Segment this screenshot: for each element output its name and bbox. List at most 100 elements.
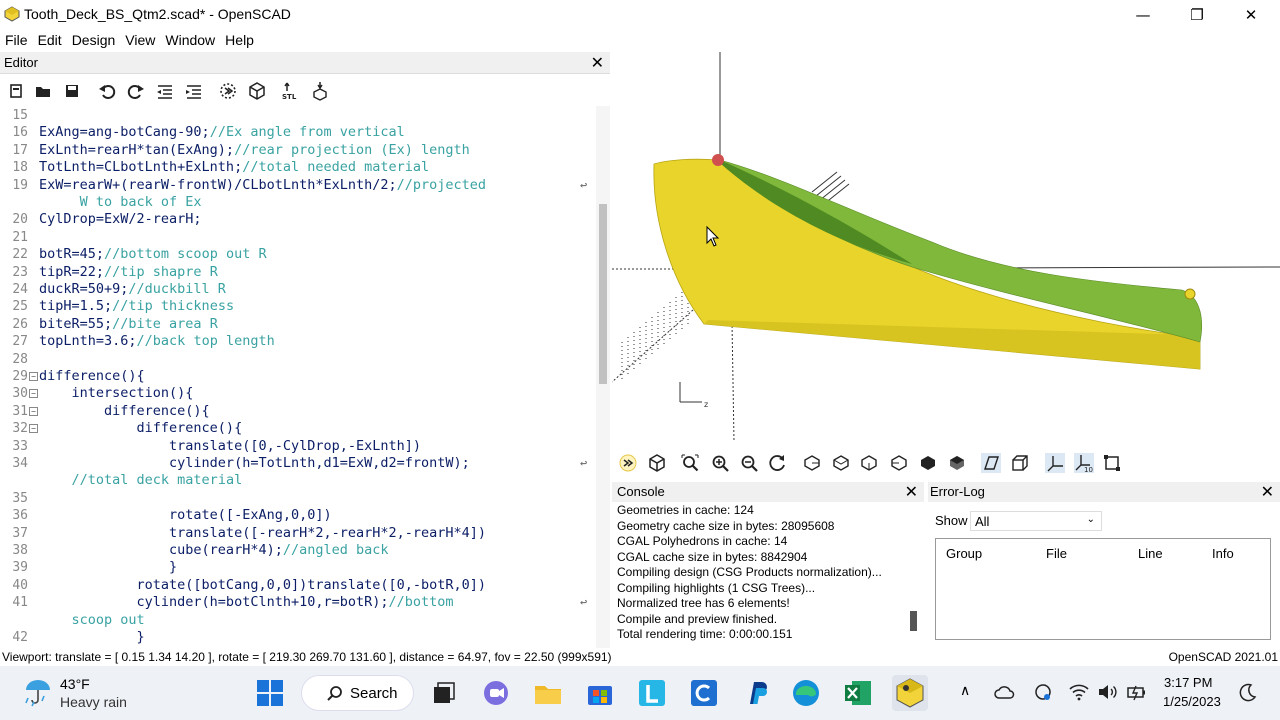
code-line[interactable]: 23 tipR=22;//tip shapre R: [0, 264, 596, 281]
code-line[interactable]: 36 rotate([-ExAng,0,0]): [0, 507, 596, 524]
render-icon[interactable]: [247, 81, 267, 101]
fold-toggle-icon[interactable]: −: [29, 389, 38, 399]
error-log-close-button[interactable]: ✕: [1261, 482, 1274, 501]
code-line[interactable]: 27 topLnth=3.6;//back top length: [0, 333, 596, 350]
code-line[interactable]: 22 botR=45;//bottom scoop out R: [0, 246, 596, 263]
show-edges-icon[interactable]: [1102, 453, 1122, 473]
teams-chat-icon[interactable]: [480, 677, 512, 709]
volume-icon[interactable]: [1097, 682, 1119, 702]
view-top-icon[interactable]: [831, 453, 851, 473]
code-line[interactable]: 17 ExLnth=rearH*tan(ExAng);//rear project…: [0, 142, 596, 159]
view-front-icon[interactable]: [918, 453, 938, 473]
console-close-button[interactable]: ✕: [905, 482, 918, 501]
code-line[interactable]: 39 }: [0, 559, 596, 576]
menu-view[interactable]: View: [120, 30, 160, 50]
code-line[interactable]: 21: [0, 229, 596, 246]
show-filter-select[interactable]: All ⌄: [970, 511, 1102, 531]
weather-temperature[interactable]: 43°F: [60, 676, 90, 692]
save-icon[interactable]: [62, 81, 82, 101]
code-line[interactable]: 16 ExAng=ang-botCang-90;//Ex angle from v…: [0, 124, 596, 141]
minimize-button[interactable]: —: [1116, 0, 1170, 30]
redo-icon[interactable]: [126, 81, 146, 101]
view-back-icon[interactable]: [947, 453, 967, 473]
fold-toggle-icon[interactable]: −: [29, 424, 38, 434]
view-right-icon[interactable]: [802, 453, 822, 473]
onedrive-cloud-icon[interactable]: [994, 682, 1016, 702]
zoom-in-icon[interactable]: [710, 453, 730, 473]
indent-icon[interactable]: [184, 81, 204, 101]
code-line[interactable]: 19 ExW=rearW+(rearW-frontW)/CLbotLnth*ExL…: [0, 177, 596, 194]
console-scrollbar[interactable]: [910, 503, 920, 633]
code-line[interactable]: 30− intersection(){: [0, 385, 596, 402]
new-file-icon[interactable]: [6, 81, 26, 101]
code-line[interactable]: 41 cylinder(h=botClnth+10,r=botR);//bott…: [0, 594, 596, 611]
code-line[interactable]: 32− difference(){: [0, 420, 596, 437]
code-line[interactable]: 18 TotLnth=CLbotLnth+ExLnth;//total neede…: [0, 159, 596, 176]
code-line[interactable]: 15: [0, 107, 596, 124]
view-left-icon[interactable]: [889, 453, 909, 473]
file-explorer-icon[interactable]: [532, 677, 564, 709]
taskbar-search[interactable]: Search: [301, 675, 414, 711]
export-stl-icon[interactable]: STL: [281, 81, 301, 101]
code-line[interactable]: 29− difference(){: [0, 368, 596, 385]
c-app-icon[interactable]: [688, 677, 720, 709]
code-line[interactable]: 37 translate([-rearH*2,-rearH*2,-rearH*4…: [0, 525, 596, 542]
preview-icon[interactable]: [218, 81, 238, 101]
orthogonal-icon[interactable]: [1010, 453, 1030, 473]
battery-icon[interactable]: [1125, 682, 1147, 702]
code-line[interactable]: 40 rotate([botCang,0,0])translate([0,-bo…: [0, 577, 596, 594]
code-line[interactable]: 42 }: [0, 629, 596, 646]
sync-icon[interactable]: [1032, 681, 1054, 703]
menu-design[interactable]: Design: [67, 30, 121, 50]
column-header-info[interactable]: Info: [1212, 546, 1234, 561]
clock-date[interactable]: 1/25/2023: [1163, 694, 1221, 709]
code-line[interactable]: 25 tipH=1.5;//tip thickness: [0, 298, 596, 315]
task-view-icon[interactable]: [428, 677, 460, 709]
fold-toggle-icon[interactable]: −: [29, 372, 38, 381]
open-file-icon[interactable]: [33, 81, 53, 101]
show-scale-markers-icon[interactable]: 10: [1074, 453, 1094, 473]
l-app-icon[interactable]: [636, 677, 668, 709]
menu-window[interactable]: Window: [160, 30, 220, 50]
paypal-icon[interactable]: [740, 677, 772, 709]
preview-view-icon[interactable]: [618, 453, 638, 473]
code-line[interactable]: scoop out: [0, 612, 596, 629]
rain-icon[interactable]: [22, 676, 54, 708]
menu-file[interactable]: File: [0, 30, 33, 50]
code-editor[interactable]: 15 16 ExAng=ang-botCang-90;//Ex angle from…: [0, 106, 596, 648]
editor-scrollbar[interactable]: [596, 106, 610, 648]
edge-browser-icon[interactable]: [790, 677, 822, 709]
maximize-button[interactable]: ❐: [1170, 0, 1224, 30]
undo-icon[interactable]: [97, 81, 117, 101]
console-scrollbar-thumb[interactable]: [910, 611, 917, 631]
code-line[interactable]: 35: [0, 490, 596, 507]
zoom-out-icon[interactable]: [739, 453, 759, 473]
microsoft-store-icon[interactable]: [584, 677, 616, 709]
code-line[interactable]: 28: [0, 351, 596, 368]
send-to-printer-icon[interactable]: [310, 81, 330, 101]
code-line[interactable]: 38 cube(rearH*4);//angled back: [0, 542, 596, 559]
code-line[interactable]: //total deck material: [0, 472, 596, 489]
windows-start-icon[interactable]: [256, 679, 284, 707]
notifications-moon-icon[interactable]: [1238, 682, 1258, 702]
openscad-taskbar-icon[interactable]: [892, 675, 928, 711]
3d-viewport[interactable]: z: [612, 52, 1280, 448]
menu-edit[interactable]: Edit: [33, 30, 67, 50]
chevron-up-icon[interactable]: ∧: [960, 682, 970, 699]
unindent-icon[interactable]: [155, 81, 175, 101]
code-line[interactable]: 26 biteR=55;//bite area R: [0, 316, 596, 333]
view-bottom-icon[interactable]: [859, 453, 879, 473]
fold-toggle-icon[interactable]: −: [29, 406, 38, 416]
code-line[interactable]: 24 duckR=50+9;//duckbill R: [0, 281, 596, 298]
code-line[interactable]: W to back of Ex: [0, 194, 596, 211]
perspective-icon[interactable]: [981, 453, 1001, 473]
wifi-icon[interactable]: [1068, 682, 1090, 702]
menu-help[interactable]: Help: [220, 30, 259, 50]
code-line[interactable]: 33 translate([0,-CylDrop,-ExLnth]): [0, 438, 596, 455]
code-line[interactable]: 31− difference(){: [0, 403, 596, 420]
editor-scrollbar-thumb[interactable]: [599, 204, 607, 384]
column-header-line[interactable]: Line: [1138, 546, 1163, 561]
render-view-icon[interactable]: [647, 453, 667, 473]
code-line[interactable]: 34 cylinder(h=TotLnth,d1=ExW,d2=frontW);…: [0, 455, 596, 472]
column-header-group[interactable]: Group: [946, 546, 982, 561]
